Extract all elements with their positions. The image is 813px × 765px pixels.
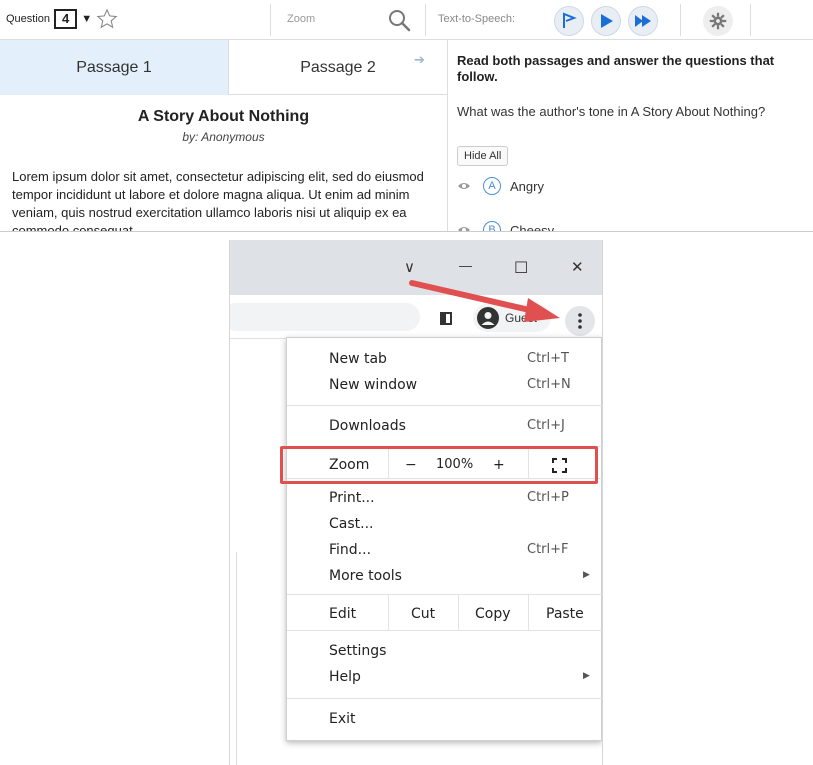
copy-button[interactable]: Copy xyxy=(475,606,511,622)
menu-label: Cast... xyxy=(329,516,374,532)
menu-item-find[interactable]: Find... Ctrl+F xyxy=(287,537,602,563)
omnibox[interactable] xyxy=(230,303,420,331)
toolbar-divider xyxy=(680,4,681,36)
submenu-arrow-icon: ▶ xyxy=(583,570,590,580)
submenu-arrow-icon: ▶ xyxy=(583,671,590,681)
chrome-window: ∨ — ☐ ✕ Guest New tab Ctrl+T New window … xyxy=(229,240,603,765)
tab-search-icon[interactable]: ∨ xyxy=(404,258,420,276)
tts-label: Text-to-Speech: xyxy=(438,13,516,25)
pointer-flag-icon xyxy=(563,12,577,28)
edit-divider xyxy=(458,594,459,630)
tts-play-button[interactable] xyxy=(591,6,621,36)
menu-label: Print... xyxy=(329,490,375,506)
menu-shortcut: Ctrl+N xyxy=(527,377,571,392)
menu-item-new-window[interactable]: New window Ctrl+N xyxy=(287,372,602,398)
answer-option[interactable]: B Cheesy xyxy=(457,220,555,232)
pane-divider[interactable] xyxy=(447,40,448,231)
settings-button[interactable] xyxy=(703,6,733,36)
close-icon[interactable]: ✕ xyxy=(571,258,587,276)
question-selector[interactable]: Question 4 ▼ xyxy=(6,8,118,30)
edit-divider xyxy=(528,594,529,630)
tts-select-button[interactable] xyxy=(554,6,584,36)
menu-label: New tab xyxy=(329,351,387,367)
menu-item-new-tab[interactable]: New tab Ctrl+T xyxy=(287,346,602,372)
menu-separator xyxy=(287,594,602,595)
zoom-label: Zoom xyxy=(287,13,316,25)
minimize-icon[interactable]: — xyxy=(459,258,475,274)
fast-forward-icon xyxy=(635,15,651,27)
question-number[interactable]: 4 xyxy=(54,9,78,29)
edit-divider xyxy=(388,594,389,630)
eye-icon[interactable] xyxy=(457,225,471,232)
answer-option[interactable]: A Angry xyxy=(457,176,544,196)
paste-button[interactable]: Paste xyxy=(546,606,584,622)
toolbar-divider xyxy=(425,4,426,36)
question-label: Question xyxy=(6,13,51,25)
chrome-titlebar: ∨ — ☐ ✕ xyxy=(230,240,602,295)
gear-icon xyxy=(709,12,727,30)
tab-passage-1[interactable]: Passage 1 xyxy=(0,40,228,95)
question-caret-icon[interactable]: ▼ xyxy=(81,13,92,25)
menu-item-cast[interactable]: Cast... xyxy=(287,511,602,537)
answer-letter: A xyxy=(483,177,501,195)
menu-separator xyxy=(287,698,602,699)
menu-label: Help xyxy=(329,669,361,685)
side-panel-icon[interactable] xyxy=(440,312,452,325)
menu-shortcut: Ctrl+J xyxy=(527,418,565,433)
menu-shortcut: Ctrl+P xyxy=(527,490,569,505)
menu-label: New window xyxy=(329,377,418,393)
chrome-app-menu: New tab Ctrl+T New window Ctrl+N Downloa… xyxy=(286,337,602,741)
menu-item-settings[interactable]: Settings xyxy=(287,638,602,664)
menu-item-exit[interactable]: Exit xyxy=(287,706,602,732)
menu-separator xyxy=(287,630,602,631)
menu-shortcut: Ctrl+F xyxy=(527,542,569,557)
toolbar-divider xyxy=(750,4,751,36)
menu-label: Edit xyxy=(329,606,357,622)
menu-item-help[interactable]: Help ▶ xyxy=(287,664,602,690)
question-heading: Read both passages and answer the questi… xyxy=(457,53,775,84)
story-body: Lorem ipsum dolor sit amet, consectetur … xyxy=(12,169,424,232)
menu-item-print[interactable]: Print... Ctrl+P xyxy=(287,485,602,511)
menu-label: Settings xyxy=(329,643,387,659)
test-toolbar: Question 4 ▼ Zoom Text-to-Speech: xyxy=(0,0,813,40)
page-edge xyxy=(236,552,237,765)
cut-button[interactable]: Cut xyxy=(411,606,435,622)
answer-text: Angry xyxy=(510,178,544,194)
chrome-menu-button[interactable] xyxy=(565,306,595,336)
answer-text: Cheesy xyxy=(510,222,555,232)
passage-tabs: Passage 1 Passage 2 xyxy=(0,40,447,95)
test-window: Question 4 ▼ Zoom Text-to-Speech: Passag… xyxy=(0,0,813,232)
story-byline: by: Anonymous xyxy=(182,130,265,144)
eye-icon[interactable] xyxy=(457,181,471,191)
magnifier-icon[interactable] xyxy=(386,7,412,33)
profile-button[interactable]: Guest xyxy=(473,304,551,332)
story-title: A Story About Nothing xyxy=(137,108,310,125)
answer-letter: B xyxy=(483,221,501,231)
question-text: What was the author's tone in A Story Ab… xyxy=(457,104,766,119)
menu-label: Find... xyxy=(329,542,372,558)
kebab-menu-icon xyxy=(578,313,582,329)
tab-arrow-icon[interactable]: ➔ xyxy=(414,52,425,68)
profile-label: Guest xyxy=(505,311,538,325)
star-icon[interactable] xyxy=(96,8,118,30)
play-icon xyxy=(601,14,613,28)
menu-separator xyxy=(287,405,602,406)
avatar-icon xyxy=(477,307,499,329)
menu-shortcut: Ctrl+T xyxy=(527,351,569,366)
toolbar-divider xyxy=(270,4,271,36)
menu-label: More tools xyxy=(329,568,402,584)
tts-fast-forward-button[interactable] xyxy=(628,6,658,36)
menu-label: Exit xyxy=(329,711,356,727)
hide-all-button[interactable]: Hide All xyxy=(457,146,509,166)
menu-item-edit: Edit Cut Copy Paste xyxy=(287,601,602,627)
maximize-icon[interactable]: ☐ xyxy=(514,258,530,277)
menu-item-more-tools[interactable]: More tools ▶ xyxy=(287,563,602,589)
menu-item-downloads[interactable]: Downloads Ctrl+J xyxy=(287,413,602,439)
menu-label: Downloads xyxy=(329,418,406,434)
zoom-highlight-box xyxy=(280,446,598,484)
